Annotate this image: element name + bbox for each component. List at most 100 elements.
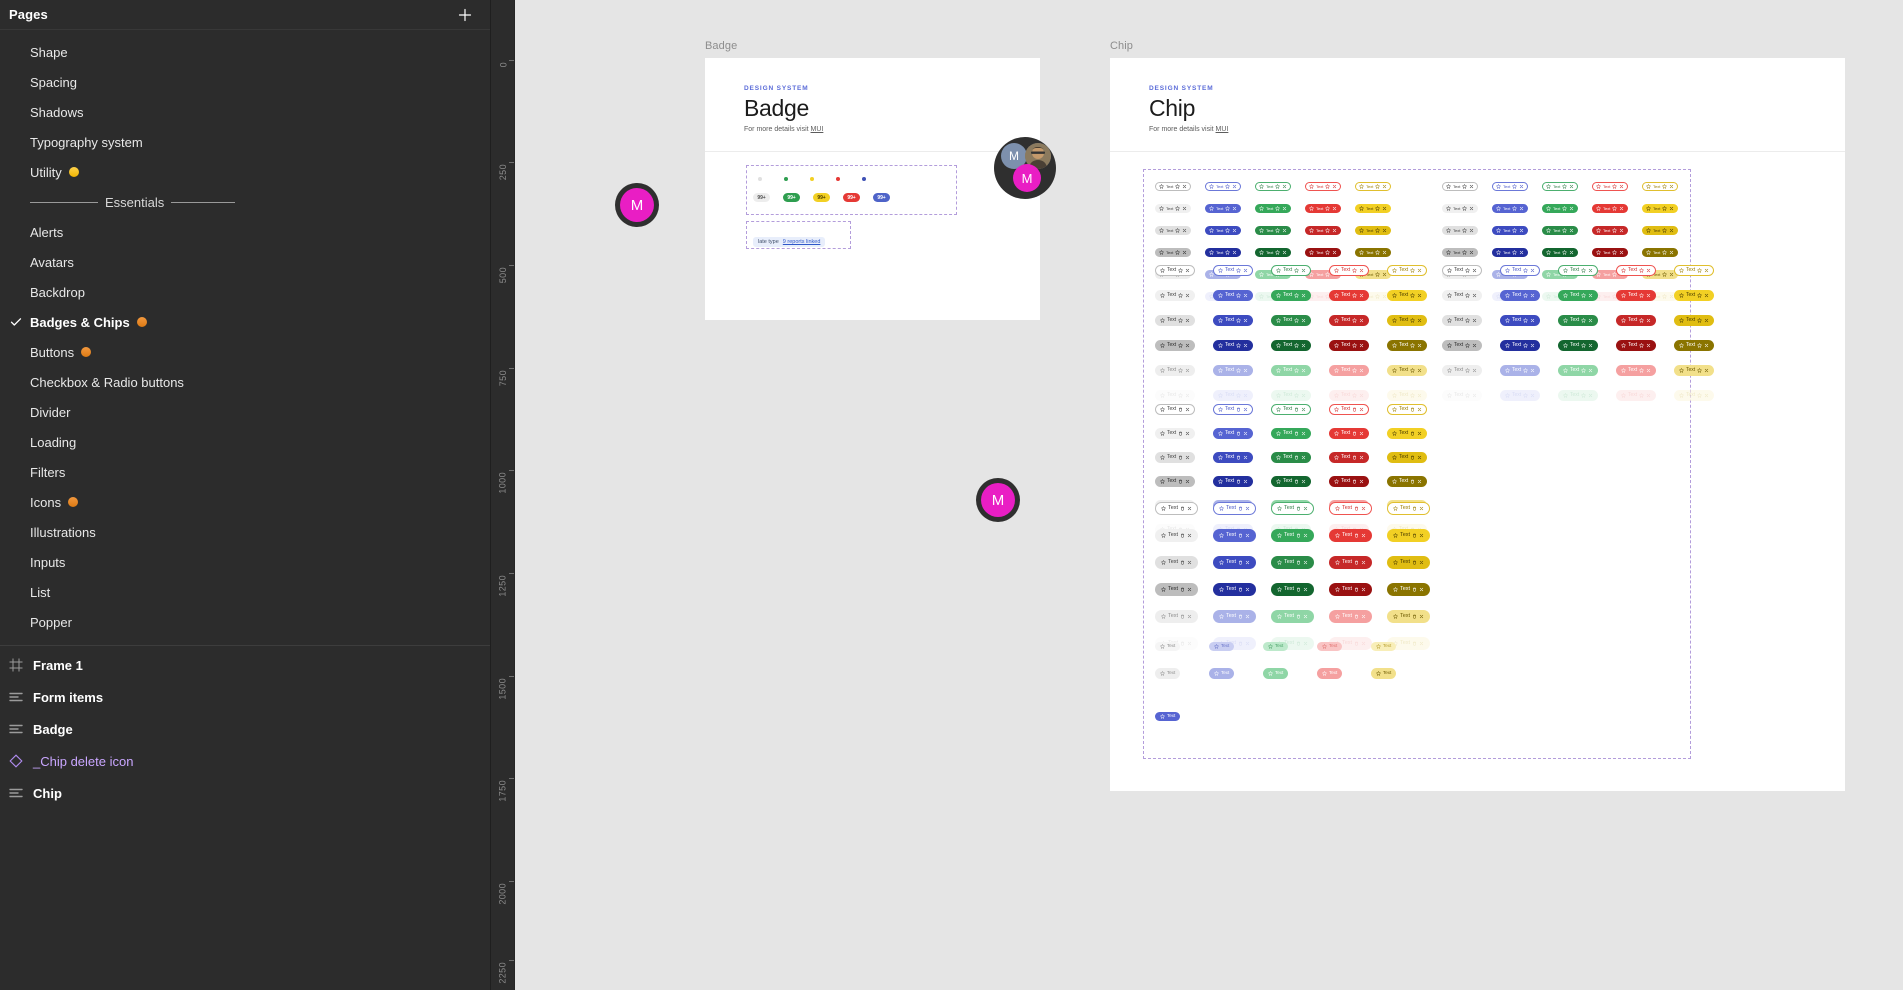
chip-primary[interactable]: Text [1500,265,1541,276]
chip-success[interactable]: Text [1263,668,1289,679]
layer-row-chip-delete-icon[interactable]: _Chip delete icon [0,745,490,777]
chip-error[interactable]: Text [1305,226,1342,235]
chip-success[interactable]: Text [1558,365,1599,376]
chip-success[interactable]: Text [1263,642,1289,651]
chip-default[interactable]: Text [1155,668,1181,679]
chip-default[interactable]: Text [1442,248,1479,257]
chip-warning[interactable]: Text [1674,265,1715,276]
sidebar-item-badges-and-chips[interactable]: Badges & Chips [0,307,490,337]
frame-label-chip[interactable]: Chip [1110,40,1133,52]
chip-warning[interactable]: Text [1674,290,1715,301]
chip-primary[interactable]: Text [1213,502,1257,515]
sidebar-item-checkbox-radio-buttons[interactable]: Checkbox & Radio buttons [0,367,490,397]
chip-error[interactable]: Text [1592,182,1629,191]
mui-link[interactable]: MUI [811,126,824,133]
chip-error[interactable]: Text [1616,315,1657,326]
chip-success[interactable]: Text [1255,248,1292,257]
sidebar-item-utility[interactable]: Utility [0,157,490,187]
chip-default[interactable]: Text [1155,226,1192,235]
chip-primary[interactable]: Text [1492,204,1529,213]
frame-chip[interactable]: DESIGN SYSTEM Chip For more details visi… [1110,58,1845,791]
chip-error[interactable]: Text [1329,428,1370,439]
chip-primary[interactable]: Text [1213,452,1254,463]
chip-error[interactable]: Text [1329,340,1370,351]
chip-warning[interactable]: Text [1674,365,1715,376]
chip-warning[interactable]: Text [1387,404,1428,415]
note-chip[interactable]: late type 9 reports linked [753,237,826,247]
chip-error[interactable]: Text [1592,204,1629,213]
layer-row-chip[interactable]: Chip [0,777,490,809]
chip-primary[interactable]: Text [1155,712,1181,721]
note-link[interactable]: 9 reports linked [783,239,821,245]
sidebar-item-buttons[interactable]: Buttons [0,337,490,367]
chip-default[interactable]: Text [1155,265,1196,276]
chip-success[interactable]: Text [1558,290,1599,301]
chip-default[interactable]: Text [1155,315,1196,326]
sidebar-item-list[interactable]: List [0,577,490,607]
chip-success[interactable]: Text [1271,404,1312,415]
chip-success[interactable]: Text [1255,204,1292,213]
chip-primary[interactable]: Text [1213,428,1254,439]
chip-warning[interactable]: Text [1371,642,1397,651]
chip-warning[interactable]: Text [1387,340,1428,351]
chip-primary[interactable]: Text [1500,315,1541,326]
chip-default[interactable]: Text [1155,290,1196,301]
chip-error[interactable]: Text [1592,226,1629,235]
chip-error[interactable]: Text [1305,204,1342,213]
chip-error[interactable]: Text [1329,476,1370,487]
chip-primary[interactable]: Text [1209,642,1235,651]
chip-primary[interactable]: Text [1213,290,1254,301]
chip-default[interactable]: Text [1442,315,1483,326]
chip-success[interactable]: Text [1271,265,1312,276]
chip-default[interactable]: Text [1442,265,1483,276]
chip-default[interactable]: Text [1442,340,1483,351]
chip-success[interactable]: Text [1558,390,1599,401]
sidebar-item-typography-system[interactable]: Typography system [0,127,490,157]
chip-warning[interactable]: Text [1674,340,1715,351]
chip-primary[interactable]: Text [1213,556,1257,569]
chip-success[interactable]: Text [1542,248,1579,257]
sidebar-item-illustrations[interactable]: Illustrations [0,517,490,547]
chip-primary[interactable]: Text [1205,182,1242,191]
chip-primary[interactable]: Text [1205,226,1242,235]
chip-primary[interactable]: Text [1500,365,1541,376]
chip-success[interactable]: Text [1271,315,1312,326]
chip-success[interactable]: Text [1271,340,1312,351]
chip-warning[interactable]: Text [1642,248,1679,257]
chip-success[interactable]: Text [1542,226,1579,235]
chip-default[interactable]: Text [1155,340,1196,351]
chip-default[interactable]: Text [1155,556,1199,569]
chip-primary[interactable]: Text [1205,248,1242,257]
chip-success[interactable]: Text [1271,583,1315,596]
chip-default[interactable]: Text [1155,610,1199,623]
cursor-cluster-chip-top[interactable]: M M [994,137,1056,199]
chip-error[interactable]: Text [1329,529,1373,542]
chip-success[interactable]: Text [1542,204,1579,213]
sidebar-item-avatars[interactable]: Avatars [0,247,490,277]
chip-success[interactable]: Text [1271,556,1315,569]
layer-row-badge[interactable]: Badge [0,713,490,745]
badge-variants-group[interactable]: 99+ 99+ 99+ 99+ 99+ [746,165,957,215]
chip-warning[interactable]: Text [1355,248,1392,257]
chip-warning[interactable]: Text [1387,502,1431,515]
chip-success[interactable]: Text [1271,428,1312,439]
chip-error[interactable]: Text [1317,668,1343,679]
chip-error[interactable]: Text [1329,502,1373,515]
chip-default[interactable]: Text [1155,365,1196,376]
chip-error[interactable]: Text [1616,290,1657,301]
layer-row-form-items[interactable]: Form items [0,681,490,713]
chip-default[interactable]: Text [1155,502,1199,515]
chip-warning[interactable]: Text [1387,452,1428,463]
chip-primary[interactable]: Text [1213,583,1257,596]
frame-label-badge[interactable]: Badge [705,40,737,52]
cursor-cluster-chip-mid[interactable]: M [976,478,1020,522]
chip-primary[interactable]: Text [1213,476,1254,487]
avatar[interactable]: M [620,188,654,222]
chip-error[interactable]: Text [1329,290,1370,301]
chip-warning[interactable]: Text [1387,365,1428,376]
chip-primary[interactable]: Text [1492,226,1529,235]
chip-warning[interactable]: Text [1387,315,1428,326]
chip-warning[interactable]: Text [1355,226,1392,235]
layer-row-frame-1[interactable]: Frame 1 [0,649,490,681]
chip-error[interactable]: Text [1329,315,1370,326]
